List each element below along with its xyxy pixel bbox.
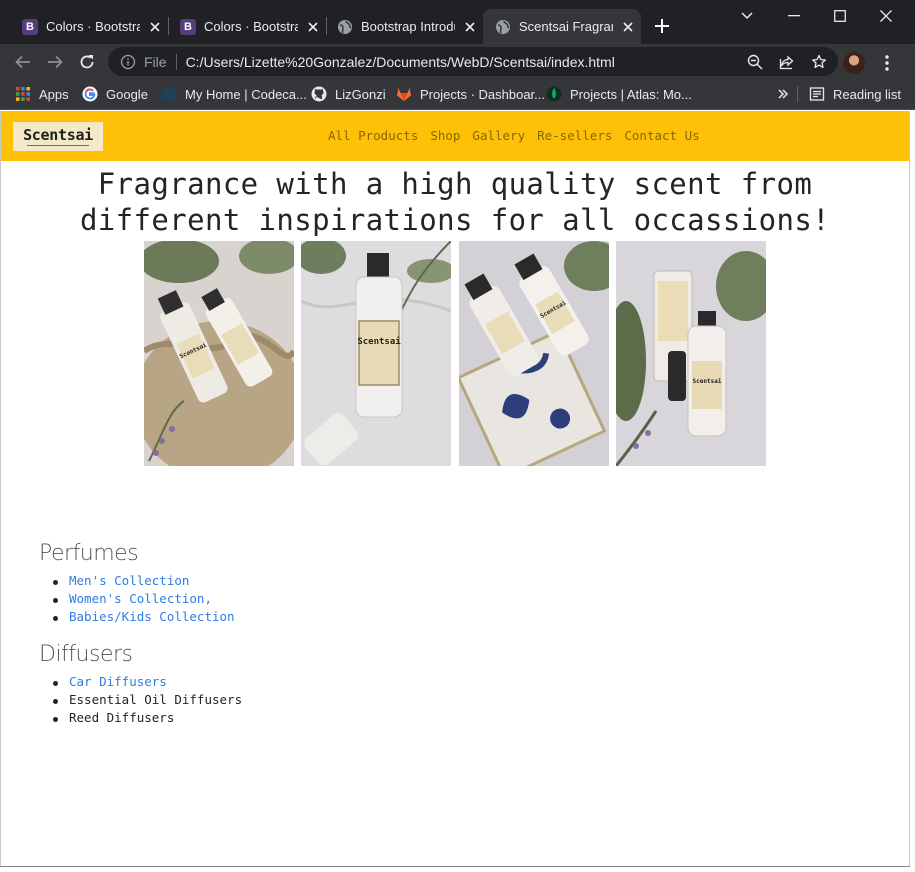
mongodb-leaf-icon — [546, 86, 562, 102]
nav-gallery[interactable]: Gallery — [472, 128, 525, 143]
maximize-icon[interactable] — [817, 0, 863, 32]
reading-list-label: Reading list — [833, 86, 901, 102]
globe-icon — [495, 19, 511, 35]
close-tab-icon[interactable] — [619, 18, 637, 36]
product-photo-4: Scentsai — [616, 241, 766, 466]
list-item-reed-diffusers: Reed Diffusers — [52, 710, 242, 728]
nav-all-products[interactable]: All Products — [328, 128, 418, 143]
window-border-right — [909, 111, 910, 867]
tab-scentsai-fragrance[interactable]: Scentsai Fragrance — [483, 9, 641, 44]
window-border-bottom — [0, 866, 910, 867]
hero-line-1: Fragrance with a high quality scent from — [97, 167, 813, 201]
product-photo-1: Scentsai — [144, 241, 294, 466]
link-car-diffusers[interactable]: Car Diffusers — [52, 674, 242, 692]
tab-title: Scentsai Fragrance — [519, 19, 613, 34]
minimize-icon[interactable] — [771, 0, 817, 32]
close-window-icon[interactable] — [863, 0, 909, 32]
more-bookmarks-icon[interactable] — [778, 84, 788, 104]
section-heading-perfumes: Perfumes — [39, 541, 139, 566]
product-photo-2: Scentsai — [301, 241, 451, 466]
perfumes-list: Men's Collection Women's Collection, Bab… — [52, 573, 235, 627]
bookmark-mongodb-atlas[interactable]: Projects | Atlas: Mo... — [546, 84, 692, 104]
forward-arrow-icon[interactable] — [42, 49, 68, 75]
link-mens-collection[interactable]: Men's Collection — [52, 573, 235, 591]
page-viewport: Scentsai All Products Shop Gallery Re-se… — [0, 111, 910, 867]
list-item-essential-oil-diffusers: Essential Oil Diffusers — [52, 692, 242, 710]
reload-icon[interactable] — [74, 49, 100, 75]
codecademy-icon — [161, 86, 177, 102]
link-babies-kids-collection[interactable]: Babies/Kids Collection — [52, 609, 235, 627]
tab-search-chevron-icon[interactable] — [724, 0, 770, 32]
photo-label: Scentsai — [357, 336, 401, 347]
bootstrap-icon: B — [22, 18, 38, 35]
bookmark-label: Projects | Atlas: Mo... — [570, 86, 692, 102]
tab-title: Colors · Bootstrap — [204, 19, 298, 34]
github-icon — [311, 86, 327, 102]
hero-line-2: different inspirations for all occassion… — [79, 203, 831, 237]
close-tab-icon[interactable] — [461, 18, 479, 36]
nav-re-sellers[interactable]: Re-sellers — [537, 128, 612, 143]
nav-links: All Products Shop Gallery Re-sellers Con… — [328, 128, 700, 143]
bookmark-label: Projects · Dashboar... — [420, 86, 545, 102]
tab-title: Bootstrap Introduction — [361, 19, 455, 34]
brand-name: Scentsai — [23, 126, 93, 144]
bookmark-github-lizgonzi[interactable]: LizGonzi — [311, 84, 386, 104]
photo-label: Scentsai — [693, 378, 722, 385]
bookmarks-divider — [797, 86, 798, 102]
bookmark-apps[interactable]: Apps — [15, 84, 69, 104]
more-menu-icon[interactable] — [877, 52, 897, 74]
reading-list-icon — [809, 86, 825, 102]
tab-strip: B Colors · Bootstrap B Colors · Bootstra… — [0, 0, 915, 44]
profile-avatar[interactable] — [843, 52, 865, 74]
bookmark-label: LizGonzi — [335, 86, 386, 102]
url-text[interactable]: C:/Users/Lizette%20Gonzalez/Documents/We… — [186, 54, 615, 70]
tab-colors-bootstrap-1[interactable]: B Colors · Bootstrap — [2, 9, 166, 44]
apps-grid-icon — [15, 86, 31, 102]
window-border-left — [0, 111, 1, 867]
bookmark-label: Google — [106, 86, 148, 102]
bookmark-codecademy[interactable]: My Home | Codeca... — [161, 84, 307, 104]
bookmark-label: My Home | Codeca... — [185, 86, 307, 102]
tab-title: Colors · Bootstrap — [46, 19, 140, 34]
address-bar[interactable]: File C:/Users/Lizette%20Gonzalez/Documen… — [108, 47, 838, 76]
scheme-label: File — [144, 53, 167, 70]
reading-list-button[interactable]: Reading list — [809, 84, 901, 104]
bookmark-star-icon[interactable] — [806, 51, 832, 72]
link-womens-collection[interactable]: Women's Collection, — [52, 591, 235, 609]
bookmarks-bar: Apps Google My Home | Codeca... LizGonzi… — [0, 79, 915, 110]
section-heading-diffusers: Diffusers — [39, 642, 133, 667]
tab-bootstrap-introduction[interactable]: Bootstrap Introduction — [317, 9, 481, 44]
browser-toolbar: File C:/Users/Lizette%20Gonzalez/Documen… — [0, 44, 915, 79]
nav-contact-us[interactable]: Contact Us — [624, 128, 699, 143]
gitlab-icon — [396, 86, 412, 102]
bookmark-google[interactable]: Google — [82, 84, 148, 104]
product-photo-3: Scentsai — [459, 241, 609, 466]
back-arrow-icon[interactable] — [10, 49, 36, 75]
omnibox-actions — [742, 51, 832, 72]
new-tab-button[interactable] — [651, 15, 673, 37]
omnibox-divider — [175, 53, 177, 70]
bookmark-gitlab-projects[interactable]: Projects · Dashboar... — [396, 84, 545, 104]
brand-logo[interactable]: Scentsai — [13, 122, 103, 151]
globe-icon — [337, 19, 353, 35]
bookmark-label: Apps — [39, 86, 69, 102]
diffusers-list: Car Diffusers Essential Oil Diffusers Re… — [52, 674, 242, 728]
zoom-icon[interactable] — [742, 51, 768, 72]
info-icon[interactable] — [120, 54, 136, 70]
share-icon[interactable] — [774, 51, 800, 72]
tab-colors-bootstrap-2[interactable]: B Colors · Bootstrap — [160, 9, 324, 44]
brand-underline — [27, 145, 89, 146]
bootstrap-icon: B — [180, 18, 196, 35]
hero-heading: Fragrance with a high quality scent from… — [0, 166, 910, 238]
google-icon — [82, 86, 98, 102]
site-navbar: Scentsai All Products Shop Gallery Re-se… — [0, 111, 910, 161]
nav-shop[interactable]: Shop — [430, 128, 460, 143]
